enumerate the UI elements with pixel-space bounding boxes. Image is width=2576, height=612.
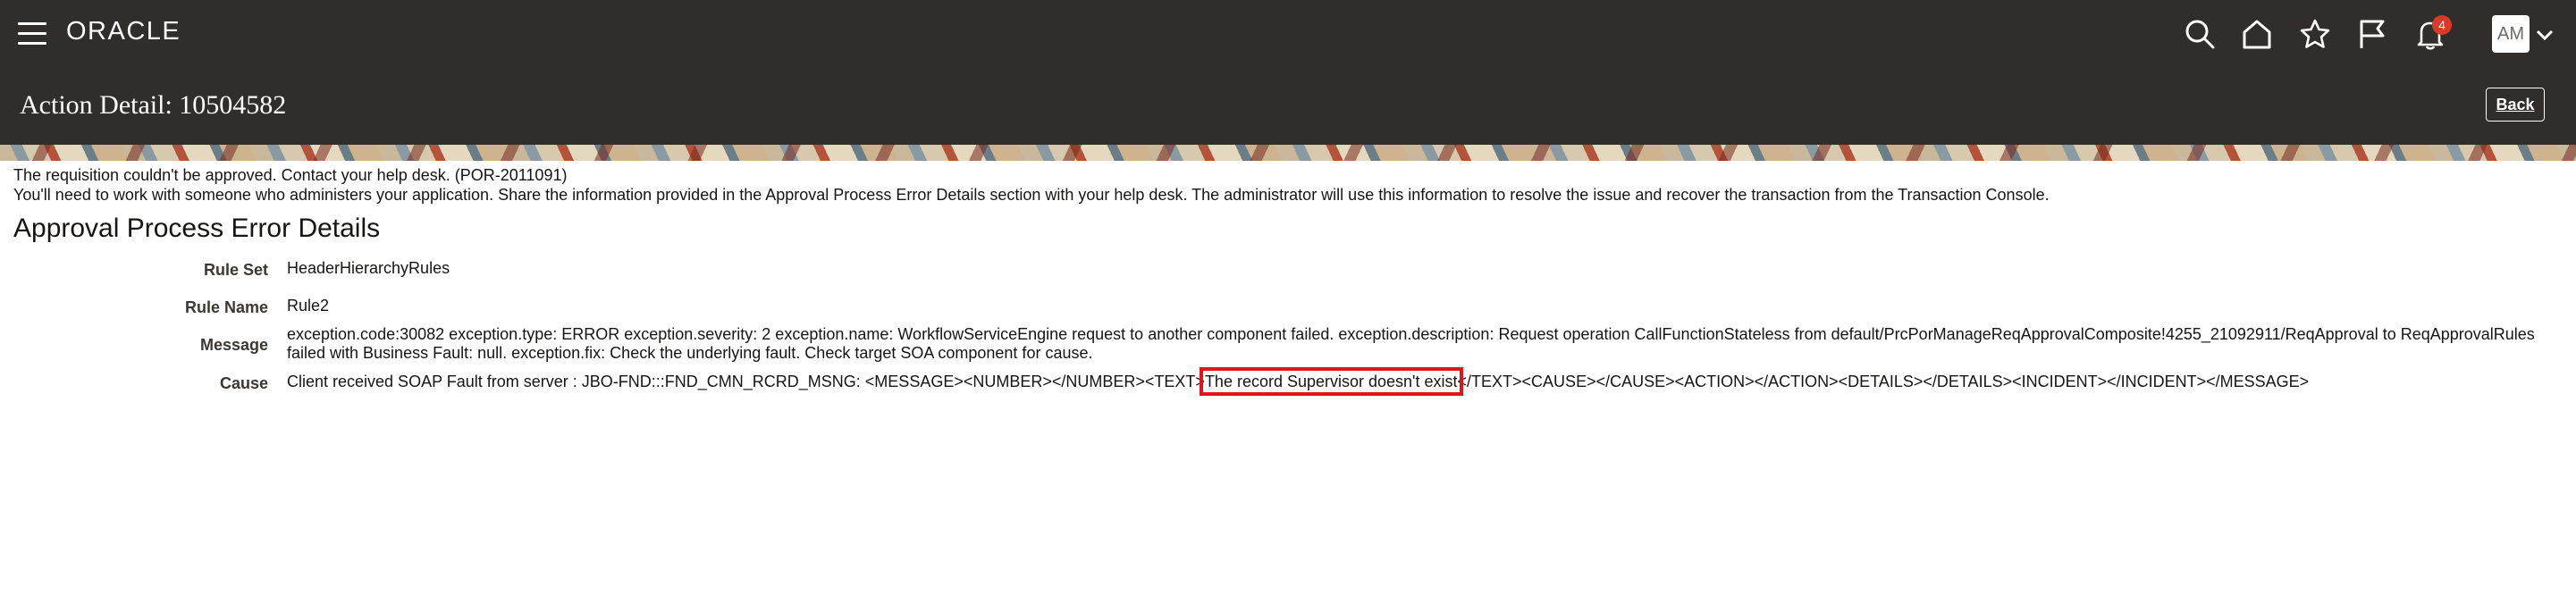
home-icon[interactable] bbox=[2239, 16, 2275, 52]
decorative-banner bbox=[0, 145, 2576, 161]
global-header: ORACLE 4 AM bbox=[0, 0, 2576, 70]
page-title: Action Detail: 10504582 bbox=[20, 90, 287, 120]
cause-suffix: </TEXT><CAUSE></CAUSE><ACTION></ACTION><… bbox=[1457, 373, 2310, 390]
notification-count-badge: 4 bbox=[2432, 15, 2452, 35]
watchlist-flag-icon[interactable] bbox=[2354, 16, 2390, 52]
error-instructions-text: You'll need to work with someone who adm… bbox=[13, 186, 2050, 204]
rule-set-value: HeaderHierarchyRules bbox=[287, 259, 450, 277]
page-title-bar: Action Detail: 10504582 Back bbox=[0, 70, 2576, 145]
message-label: Message bbox=[199, 336, 268, 354]
message-line-2: failed with Business Fault: null. except… bbox=[287, 344, 1093, 362]
favorites-star-icon[interactable] bbox=[2297, 16, 2333, 52]
chevron-down-icon[interactable] bbox=[2535, 25, 2555, 45]
rule-set-label: Rule Set bbox=[203, 261, 268, 279]
cause-value: Client received SOAP Fault from server :… bbox=[287, 367, 2310, 396]
oracle-logo[interactable]: ORACLE bbox=[66, 17, 181, 46]
cause-prefix: Client received SOAP Fault from server :… bbox=[287, 373, 1205, 390]
rule-name-label: Rule Name bbox=[184, 298, 268, 316]
message-line-1: exception.code:30082 exception.type: ERR… bbox=[287, 325, 2535, 343]
notifications-bell-icon[interactable]: 4 bbox=[2412, 15, 2452, 52]
rule-name-value: Rule2 bbox=[287, 297, 330, 314]
section-title: Approval Process Error Details bbox=[13, 214, 381, 243]
cause-highlight: The record Supervisor doesn't exist bbox=[1199, 367, 1463, 396]
search-icon[interactable] bbox=[2182, 16, 2218, 52]
error-message-text: The requisition couldn't be approved. Co… bbox=[13, 166, 568, 184]
back-button[interactable]: Back bbox=[2486, 88, 2545, 122]
menu-icon[interactable] bbox=[18, 22, 46, 46]
cause-label: Cause bbox=[219, 374, 268, 392]
message-value: exception.code:30082 exception.type: ERR… bbox=[287, 325, 2535, 363]
user-avatar[interactable]: AM bbox=[2492, 15, 2530, 53]
